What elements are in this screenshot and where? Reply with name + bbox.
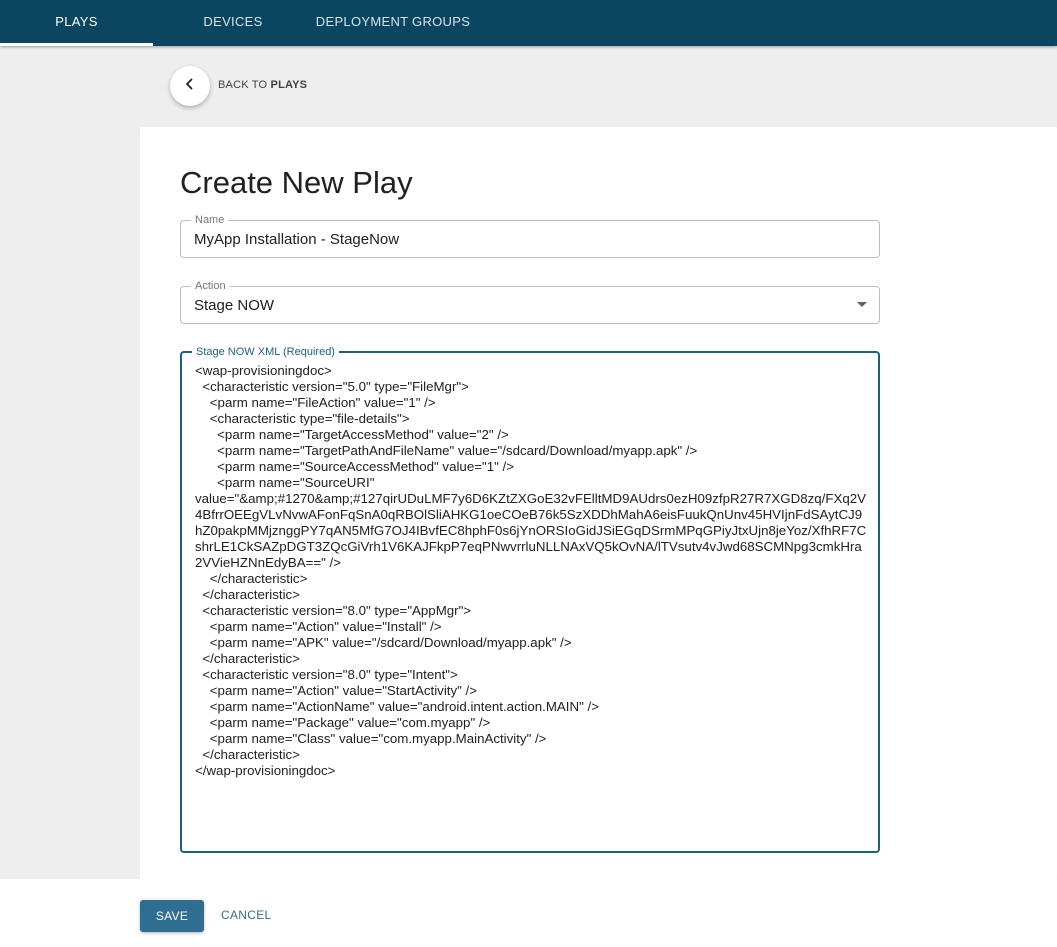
top-navigation-bar: PLAYS DEVICES DEPLOYMENT GROUPS bbox=[0, 0, 1057, 46]
back-label-target: PLAYS bbox=[270, 79, 308, 91]
back-to-plays-link[interactable]: BACK TO PLAYS bbox=[218, 79, 307, 91]
save-button[interactable]: SAVE bbox=[140, 900, 204, 932]
tab-deployment-groups[interactable]: DEPLOYMENT GROUPS bbox=[313, 0, 473, 46]
name-input[interactable] bbox=[194, 231, 854, 248]
back-button[interactable] bbox=[170, 66, 210, 106]
page-title: Create New Play bbox=[180, 165, 413, 200]
stage-now-xml-textarea[interactable]: Stage NOW XML (Required) <wap-provisioni… bbox=[180, 345, 880, 853]
tab-devices[interactable]: DEVICES bbox=[153, 0, 313, 46]
name-field-label: Name bbox=[191, 213, 229, 227]
xml-field-label: Stage NOW XML (Required) bbox=[192, 345, 339, 359]
action-select[interactable]: Action Stage NOW bbox=[180, 279, 880, 324]
dropdown-arrow-icon bbox=[857, 302, 867, 307]
action-selected-value: Stage NOW bbox=[194, 297, 275, 314]
back-label-prefix: BACK TO bbox=[218, 79, 271, 91]
action-field-label: Action bbox=[191, 279, 230, 293]
xml-content[interactable]: <wap-provisioningdoc> <characteristic ve… bbox=[195, 363, 867, 779]
tab-plays[interactable]: PLAYS bbox=[0, 0, 153, 46]
name-field-container: Name bbox=[180, 213, 880, 258]
chevron-left-icon bbox=[184, 77, 196, 95]
cancel-button[interactable]: CANCEL bbox=[221, 908, 271, 922]
